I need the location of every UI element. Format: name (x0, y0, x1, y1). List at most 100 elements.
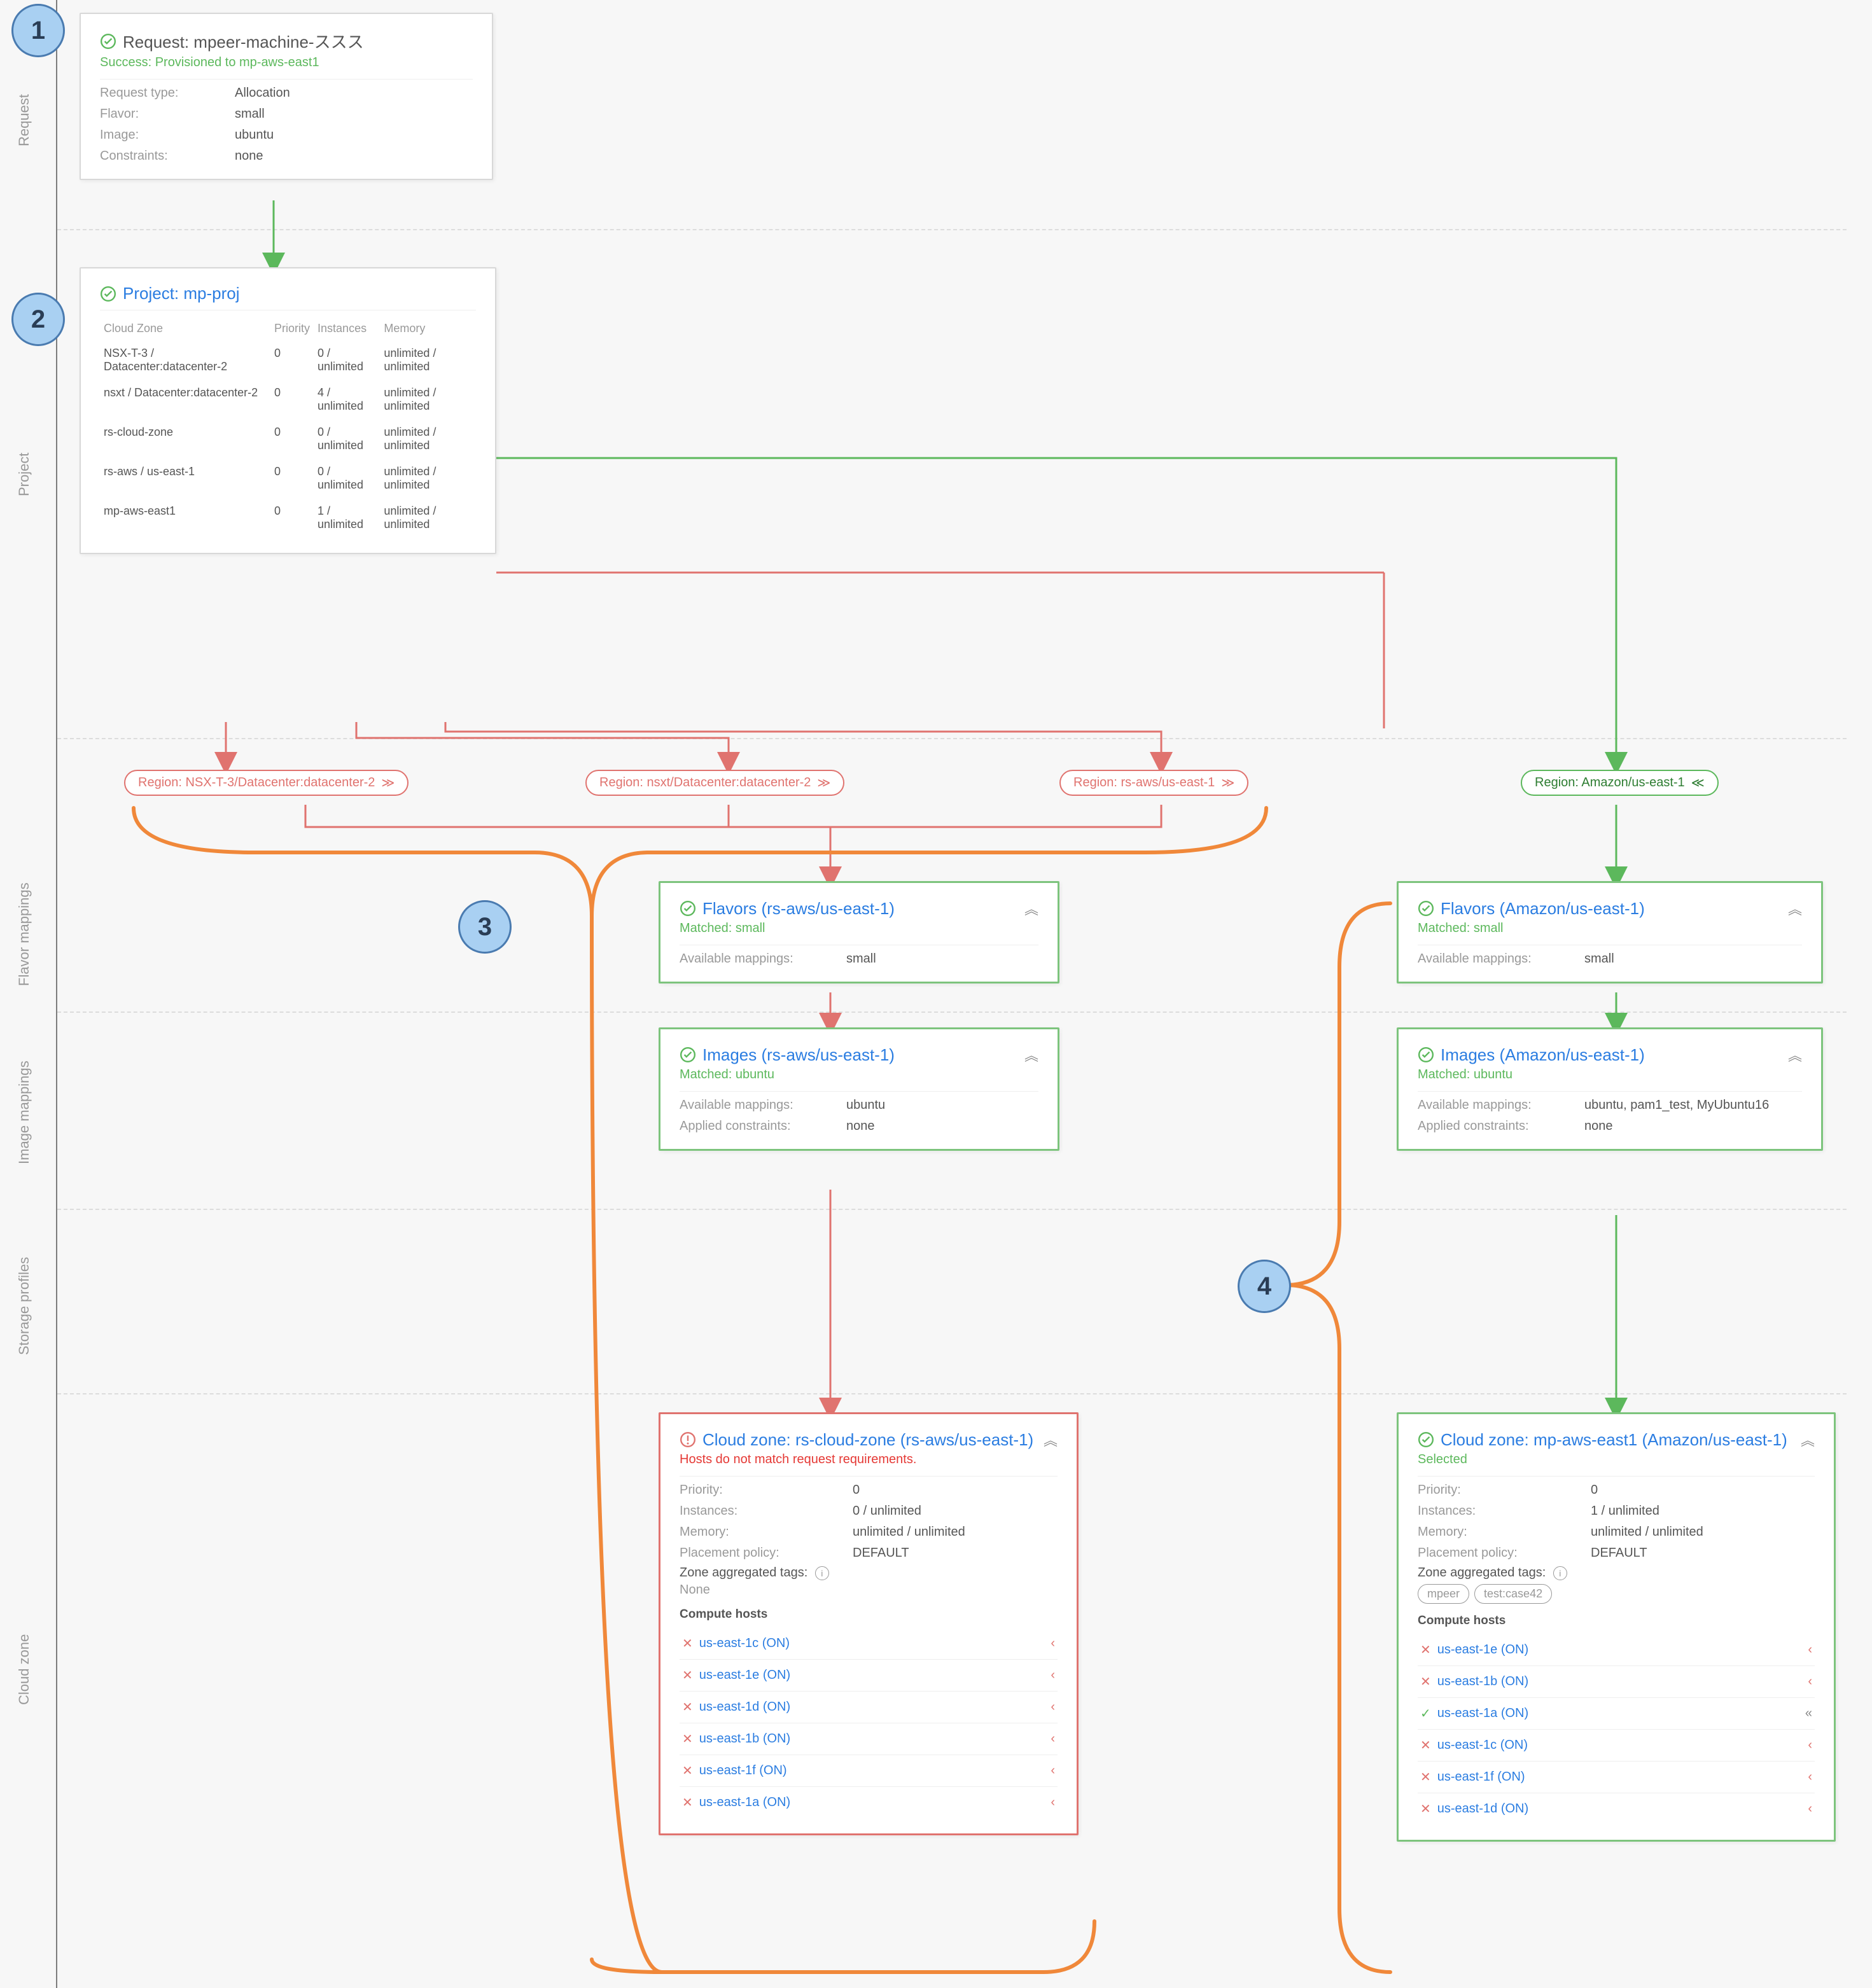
czr-mem-k: Memory: (1418, 1525, 1583, 1540)
request-status: Success: Provisioned to mp-aws-east1 (100, 55, 473, 70)
cloudzone-left-title[interactable]: Cloud zone: rs-cloud-zone (rs-aws/us-eas… (702, 1430, 1033, 1450)
x-icon: ✕ (682, 1795, 693, 1811)
czl-hosts-title: Compute hosts (680, 1608, 1058, 1622)
table-row: mp-aws-east101 / unlimitedunlimited / un… (100, 498, 476, 538)
flavors-right-matched: Matched: small (1418, 921, 1802, 936)
compute-host-row[interactable]: ✕us-east-1f (ON)‹ (680, 1755, 1058, 1786)
success-icon (680, 1046, 696, 1063)
section-label-image: Image mappings (16, 1060, 32, 1164)
flavors-left-title[interactable]: Flavors (rs-aws/us-east-1) (702, 899, 895, 919)
table-cell: unlimited / unlimited (380, 380, 476, 419)
compute-host-row[interactable]: ✕us-east-1e (ON)‹ (680, 1659, 1058, 1691)
table-cell: 0 (270, 340, 314, 380)
region-pill-nsxt[interactable]: Region: nsxt/Datacenter:datacenter-2 ≫ (585, 770, 844, 796)
czl-pol-v: DEFAULT (853, 1546, 1058, 1561)
chevron-down-double-icon: ≫ (817, 775, 830, 791)
request-title: Request: mpeer-machine-ススス (123, 29, 364, 53)
chevron-up-double-icon: ≪ (1691, 775, 1705, 791)
images-left-matched: Matched: ubuntu (680, 1067, 1038, 1082)
images-right-appl-k: Applied constraints: (1418, 1119, 1577, 1134)
table-cell: unlimited / unlimited (380, 498, 476, 538)
table-row: nsxt / Datacenter:datacenter-204 / unlim… (100, 380, 476, 419)
vertical-axis (56, 0, 57, 1988)
compute-host-row[interactable]: ✕us-east-1d (ON)‹ (680, 1691, 1058, 1723)
cloudzone-right-title[interactable]: Cloud zone: mp-aws-east1 (Amazon/us-east… (1441, 1430, 1787, 1450)
x-icon: ✕ (682, 1667, 693, 1683)
compute-host-row[interactable]: ✕us-east-1c (ON)‹ (680, 1628, 1058, 1659)
images-left-avail-k: Available mappings: (680, 1098, 839, 1113)
images-right-avail-k: Available mappings: (1418, 1098, 1577, 1113)
request-flavor-v: small (235, 107, 473, 122)
chevron-left-icon: ‹ (1051, 1700, 1055, 1714)
images-left-title[interactable]: Images (rs-aws/us-east-1) (702, 1045, 895, 1065)
info-icon[interactable]: i (1553, 1566, 1567, 1580)
czr-inst-k: Instances: (1418, 1504, 1583, 1519)
compute-host-row[interactable]: ✕us-east-1f (ON)‹ (1418, 1761, 1815, 1793)
chevron-left-icon: ‹ (1808, 1802, 1812, 1816)
host-name: us-east-1a (ON) (1437, 1706, 1799, 1721)
request-flavor-k: Flavor: (100, 107, 227, 122)
czr-tags-k: Zone aggregated tags: (1418, 1566, 1546, 1580)
czr-inst-v: 1 / unlimited (1591, 1504, 1815, 1519)
chevron-up-double-icon[interactable]: ︽ (1788, 898, 1802, 919)
error-icon (680, 1431, 696, 1448)
project-th-mem: Memory (380, 317, 476, 340)
zone-tag: test:case42 (1474, 1584, 1552, 1604)
table-cell: nsxt / Datacenter:datacenter-2 (100, 380, 270, 419)
table-cell: 0 (270, 380, 314, 419)
region-pill-label: Region: NSX-T-3/Datacenter:datacenter-2 (138, 775, 375, 790)
project-th-prio: Priority (270, 317, 314, 340)
step-circle-3: 3 (458, 900, 512, 954)
x-icon: ✕ (1420, 1642, 1431, 1658)
images-right-card: Images (Amazon/us-east-1) ︽ Matched: ubu… (1397, 1027, 1823, 1151)
region-pill-label: Region: nsxt/Datacenter:datacenter-2 (599, 775, 811, 790)
x-icon: ✕ (682, 1636, 693, 1651)
images-right-title[interactable]: Images (Amazon/us-east-1) (1441, 1045, 1645, 1065)
project-title[interactable]: Project: mp-proj (123, 284, 240, 303)
info-icon[interactable]: i (815, 1566, 829, 1580)
czr-prio-k: Priority: (1418, 1483, 1583, 1498)
chevron-up-double-icon[interactable]: ︽ (1044, 1429, 1058, 1450)
compute-host-row[interactable]: ✕us-east-1b (ON)‹ (680, 1723, 1058, 1755)
compute-host-row[interactable]: ✕us-east-1d (ON)‹ (1418, 1793, 1815, 1825)
project-th-cz: Cloud Zone (100, 317, 270, 340)
success-icon (680, 900, 696, 917)
chevron-up-double-icon[interactable]: ︽ (1801, 1429, 1815, 1450)
region-pill-amazon[interactable]: Region: Amazon/us-east-1 ≪ (1521, 770, 1719, 796)
region-pill-rsaws[interactable]: Region: rs-aws/us-east-1 ≫ (1059, 770, 1248, 796)
compute-host-row[interactable]: ✕us-east-1e (ON)‹ (1418, 1634, 1815, 1665)
chevron-left-icon: ‹ (1051, 1636, 1055, 1651)
compute-host-row[interactable]: ✕us-east-1c (ON)‹ (1418, 1729, 1815, 1761)
x-icon: ✕ (1420, 1769, 1431, 1785)
images-left-avail-v: ubuntu (846, 1098, 1038, 1113)
step-circle-4: 4 (1238, 1260, 1291, 1313)
table-row: rs-aws / us-east-100 / unlimitedunlimite… (100, 459, 476, 498)
success-icon (100, 33, 116, 50)
region-pill-label: Region: Amazon/us-east-1 (1535, 775, 1685, 790)
images-right-appl-v: none (1584, 1119, 1802, 1134)
region-pill-nsxt3[interactable]: Region: NSX-T-3/Datacenter:datacenter-2 … (124, 770, 409, 796)
cloudzone-left-sub: Hosts do not match request requirements. (680, 1452, 1058, 1467)
chevron-up-double-icon[interactable]: ︽ (1024, 898, 1038, 919)
compute-host-row[interactable]: ✕us-east-1a (ON)‹ (680, 1786, 1058, 1818)
success-icon (1418, 900, 1434, 917)
flavors-right-card: Flavors (Amazon/us-east-1) ︽ Matched: sm… (1397, 881, 1823, 984)
czl-mem-k: Memory: (680, 1525, 845, 1540)
table-cell: 0 (270, 498, 314, 538)
compute-host-row[interactable]: ✕us-east-1b (ON)‹ (1418, 1665, 1815, 1697)
chevron-left-icon: ‹ (1051, 1732, 1055, 1746)
chevron-up-double-icon[interactable]: ︽ (1788, 1045, 1802, 1065)
project-th-inst: Instances (314, 317, 380, 340)
chevron-up-double-icon[interactable]: ︽ (1024, 1045, 1038, 1065)
table-cell: rs-cloud-zone (100, 419, 270, 459)
chevron-left-icon: ‹ (1051, 1795, 1055, 1810)
project-table: Cloud Zone Priority Instances Memory NSX… (100, 317, 476, 538)
request-card: Request: mpeer-machine-ススス Success: Prov… (80, 13, 493, 180)
flavors-right-title[interactable]: Flavors (Amazon/us-east-1) (1441, 899, 1645, 919)
table-cell: 0 / unlimited (314, 340, 380, 380)
chevron-down-double-icon: ≫ (1221, 775, 1234, 791)
compute-host-row[interactable]: ✓us-east-1a (ON)« (1418, 1697, 1815, 1729)
table-cell: 1 / unlimited (314, 498, 380, 538)
table-cell: mp-aws-east1 (100, 498, 270, 538)
section-label-project: Project (16, 453, 32, 496)
